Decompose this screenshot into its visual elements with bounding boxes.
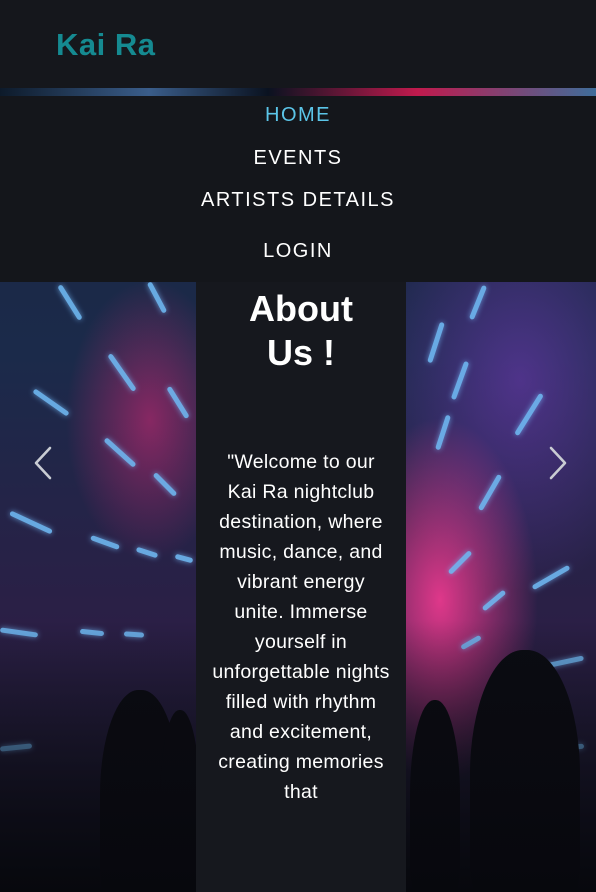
neon-streak — [166, 385, 190, 420]
chevron-right-icon — [549, 446, 567, 480]
neon-streak — [174, 553, 194, 564]
nav-link-events[interactable]: EVENTS — [0, 147, 596, 170]
nav-link-login[interactable]: LOGIN — [0, 240, 596, 263]
ceiling-light-strip — [0, 88, 596, 96]
neon-streak — [57, 284, 83, 321]
neon-streak — [531, 564, 571, 591]
nav-link-artists-details[interactable]: ARTISTS DETAILS — [0, 189, 596, 212]
neon-streak — [152, 472, 178, 497]
neon-streak — [427, 321, 445, 364]
neon-streak — [447, 550, 473, 575]
top-header: Kai Ra — [0, 0, 596, 88]
neon-streak — [9, 510, 53, 535]
neon-streak — [481, 589, 507, 612]
neon-streak — [468, 284, 488, 321]
neon-streak — [146, 281, 168, 314]
neon-streak — [90, 535, 120, 550]
neon-streak — [103, 437, 137, 468]
about-section: About Us ! "Welcome to our Kai Ra nightc… — [196, 282, 406, 892]
carousel-next-button[interactable] — [541, 446, 571, 480]
about-title: About Us ! — [249, 288, 353, 373]
neon-streak — [450, 360, 470, 401]
neon-streak — [435, 414, 451, 451]
neon-streak — [477, 473, 503, 512]
neon-streak — [107, 353, 137, 392]
neon-streak — [135, 546, 159, 559]
carousel-prev-button[interactable] — [30, 446, 60, 480]
chevron-left-icon — [34, 446, 52, 480]
neon-streak — [32, 388, 70, 417]
neon-streak — [514, 392, 544, 437]
nav-link-home[interactable]: HOME — [0, 104, 596, 127]
about-description: "Welcome to our Kai Ra nightclub destina… — [212, 451, 390, 803]
brand-logo[interactable]: Kai Ra — [56, 27, 155, 63]
